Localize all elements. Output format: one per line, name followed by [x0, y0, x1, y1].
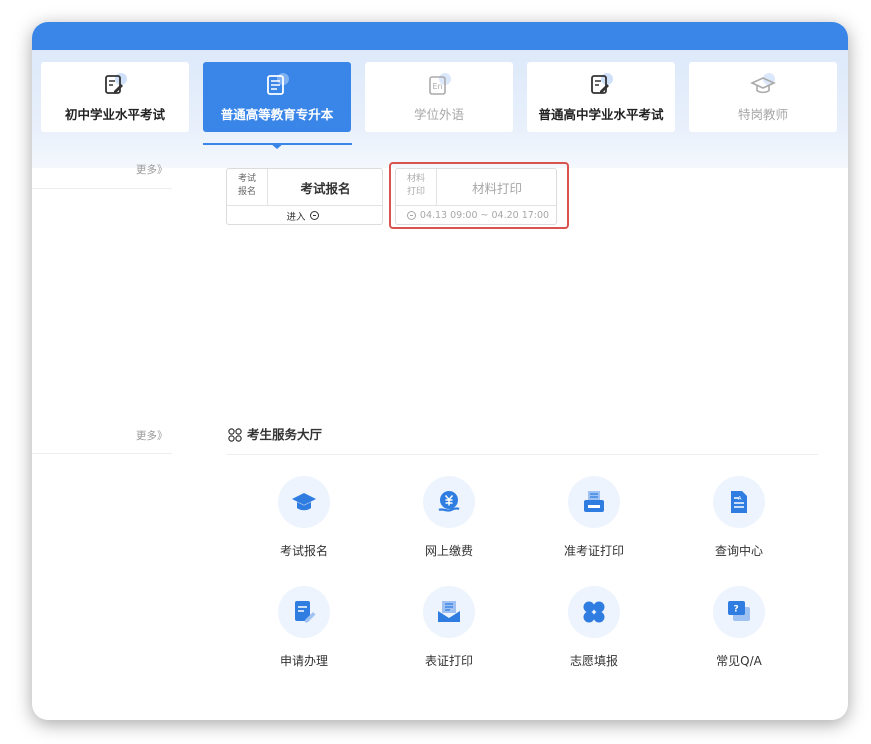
enter-circle-icon: [309, 211, 319, 220]
edit-doc-icon: [588, 72, 614, 98]
tab-label: 普通高等教育专升本: [220, 106, 334, 122]
edit-form-icon: [278, 586, 330, 638]
service-hall-heading: 考生服务大厅: [228, 424, 322, 443]
service-volunteer-filling[interactable]: 志愿填报: [539, 586, 649, 676]
tab-special-post-teacher[interactable]: 特岗教师: [689, 62, 837, 132]
tab-degree-foreign-language[interactable]: En 学位外语: [365, 62, 513, 132]
service-exam-registration[interactable]: 考试报名: [249, 476, 359, 566]
service-query-center[interactable]: A 查询中心: [684, 476, 794, 566]
english-icon: En: [426, 72, 452, 98]
printer-icon: [568, 476, 620, 528]
tab-label: 普通高中学业水平考试: [538, 106, 664, 122]
service-application[interactable]: 申请办理: [249, 586, 359, 676]
edit-doc-icon: [102, 72, 128, 98]
highlight-box: [389, 162, 569, 229]
tab-upgrade-undergraduate[interactable]: 普通高等教育专升本: [203, 62, 351, 132]
certificate-print-icon: [423, 586, 475, 638]
news-doc-icon: [264, 72, 290, 98]
divider: [226, 454, 818, 455]
active-tab-caret: [270, 143, 284, 149]
top-bar: [32, 22, 848, 50]
service-hall-title: 考生服务大厅: [247, 427, 323, 442]
grid-icon: [228, 427, 242, 442]
clover-icon: [568, 586, 620, 638]
question-chat-icon: ?: [713, 586, 765, 638]
more-link[interactable]: 更多》: [136, 428, 168, 443]
exam-type-tabs: 初中学业水平考试 普通高等教育专升本 En 学位外语 普通高中学业水平考试 特岗…: [41, 62, 839, 144]
svg-text:?: ?: [734, 605, 739, 615]
tab-label: 初中学业水平考试: [64, 106, 165, 122]
divider: [32, 453, 172, 454]
service-faq[interactable]: ? 常见Q/A: [684, 586, 794, 676]
enter-button[interactable]: 进入: [227, 205, 382, 225]
service-certificate-print[interactable]: 表证打印: [394, 586, 504, 676]
exam-portal-card: 初中学业水平考试 普通高等教育专升本 En 学位外语 普通高中学业水平考试 特岗…: [32, 22, 848, 720]
search-doc-icon: A: [713, 476, 765, 528]
graduation-cap-icon: [750, 72, 776, 98]
entry-side-label: 考试 报名: [227, 169, 268, 205]
service-online-payment[interactable]: 网上缴费: [394, 476, 504, 566]
yuan-payment-icon: [423, 476, 475, 528]
svg-text:En: En: [433, 82, 443, 91]
entry-title: 考试报名: [300, 180, 351, 196]
more-link[interactable]: 更多》: [136, 162, 168, 177]
graduation-cap-icon: [278, 476, 330, 528]
service-admission-ticket-print[interactable]: 准考证打印: [539, 476, 649, 566]
tab-label: 特岗教师: [737, 106, 788, 122]
divider: [32, 188, 172, 189]
tab-junior-high-exam[interactable]: 初中学业水平考试: [41, 62, 189, 132]
svg-text:A: A: [738, 496, 742, 502]
exam-registration-entry: 考试 报名 考试报名 进入: [226, 168, 383, 225]
tab-senior-high-exam[interactable]: 普通高中学业水平考试: [527, 62, 675, 132]
tab-label: 学位外语: [413, 106, 464, 122]
